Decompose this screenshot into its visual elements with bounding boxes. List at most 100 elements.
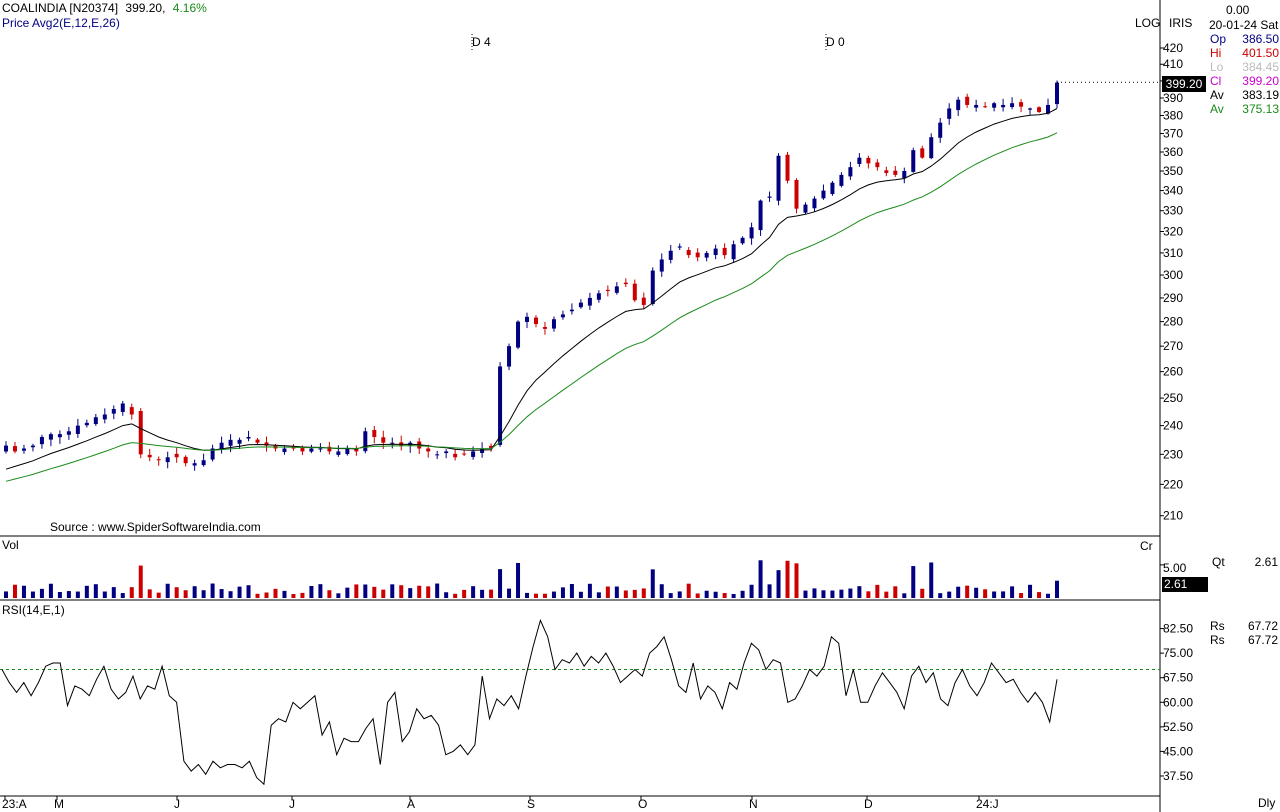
volume-bar-63	[569, 583, 574, 598]
volume-bar-85	[767, 584, 772, 598]
candle-body-113	[1019, 102, 1024, 107]
candle-body-27	[246, 436, 251, 439]
ohlc-value-5: 375.13	[1242, 102, 1279, 116]
volume-bar-61	[551, 591, 556, 598]
candle-body-47	[426, 448, 431, 452]
volume-bar-95	[857, 586, 862, 598]
candle-body-38	[345, 448, 350, 454]
candle-body-15	[138, 411, 143, 455]
price-tick-label-8: 290	[1163, 291, 1183, 305]
candle-body-50	[453, 453, 458, 458]
volume-bar-67	[605, 586, 610, 598]
candle-body-19	[174, 453, 179, 458]
volume-bar-5	[48, 583, 53, 598]
volume-bar-65	[587, 583, 592, 598]
candle-body-111	[1001, 104, 1006, 108]
volume-bar-2	[21, 585, 26, 598]
price-tick-label-16: 370	[1163, 127, 1183, 141]
candle-body-77	[695, 252, 700, 258]
volume-bar-27	[246, 585, 251, 598]
iris-toggle[interactable]: IRIS	[1169, 16, 1192, 30]
candle-body-107	[965, 96, 970, 105]
candle-body-25	[228, 439, 233, 446]
price-tick-label-5: 260	[1163, 365, 1183, 379]
volume-bar-46	[417, 585, 422, 598]
candle-body-9	[84, 422, 89, 426]
volume-bar-81	[731, 593, 736, 598]
volume-bar-97	[875, 584, 880, 598]
candle-body-114	[1028, 108, 1033, 110]
rsi-tick-label-4: 67.50	[1163, 671, 1193, 685]
volume-bar-83	[749, 584, 754, 598]
volume-bar-66	[596, 592, 601, 598]
volume-bar-90	[812, 588, 817, 598]
volume-bar-29	[264, 592, 269, 598]
volume-bar-96	[866, 591, 871, 598]
volume-bar-94	[848, 588, 853, 598]
candle-body-63	[569, 309, 574, 312]
period-label[interactable]: Dly	[1258, 796, 1275, 810]
candle-body-74	[668, 250, 673, 260]
candle-body-115	[1037, 107, 1042, 112]
rsi-tick-label-3: 60.00	[1163, 695, 1193, 709]
volume-bar-82	[740, 590, 745, 598]
candle-body-10	[93, 417, 98, 425]
price-tick-label-15: 360	[1163, 145, 1183, 159]
volume-bar-8	[75, 591, 80, 598]
volume-bar-78	[704, 590, 709, 598]
candle-body-48	[435, 454, 440, 456]
volume-bar-47	[426, 586, 431, 598]
volume-bar-23	[210, 583, 215, 598]
volume-bar-92	[830, 590, 835, 598]
volume-bar-58	[525, 592, 530, 598]
candle-body-81	[731, 244, 736, 260]
volume-bar-101	[911, 566, 916, 598]
candle-body-96	[866, 157, 871, 164]
ema26-line	[5, 132, 1058, 482]
candle-body-6	[57, 434, 62, 438]
candle-body-21	[192, 463, 197, 466]
volume-bar-111	[1001, 591, 1006, 598]
candle-body-94	[848, 167, 853, 177]
candle-body-97	[875, 162, 880, 168]
candle-body-72	[650, 270, 655, 305]
candle-body-95	[857, 157, 862, 164]
volume-bar-54	[489, 589, 494, 598]
volume-bar-75	[677, 591, 682, 598]
candle-body-109	[983, 106, 988, 108]
indicator-legend: Price Avg2(E,12,E,26)	[2, 16, 120, 30]
volume-tag: 2.61	[1162, 577, 1208, 592]
volume-bar-37	[336, 593, 341, 598]
volume-bar-115	[1037, 592, 1042, 598]
price-tick-label-11: 320	[1163, 224, 1183, 238]
candle-body-98	[884, 170, 889, 173]
ohlc-value-0: 386.50	[1242, 32, 1279, 46]
volume-bar-7	[66, 591, 71, 598]
candle-body-59	[533, 317, 538, 325]
volume-bar-17	[156, 592, 161, 598]
date-label: 20-01-24 Sat	[1209, 18, 1279, 32]
volume-bar-104	[938, 593, 943, 598]
log-toggle[interactable]: LOG	[1135, 16, 1160, 30]
candle-body-61	[551, 319, 556, 329]
volume-bar-93	[839, 589, 844, 598]
volume-bar-14	[129, 587, 134, 598]
candle-body-103	[929, 137, 934, 159]
ohlc-value-1: 401.50	[1242, 46, 1279, 60]
volume-bar-32	[291, 594, 296, 598]
volume-bar-24	[219, 589, 224, 598]
candle-body-68	[614, 286, 619, 293]
candle-body-64	[578, 302, 583, 308]
candle-body-93	[839, 174, 844, 186]
volume-bar-74	[668, 593, 673, 598]
volume-bar-39	[354, 584, 359, 598]
candle-body-89	[803, 204, 808, 213]
candle-body-108	[974, 104, 979, 108]
price-tag: 399.20	[1162, 76, 1206, 92]
candle-body-79	[713, 248, 718, 256]
x-tick-label-7: N	[749, 797, 758, 811]
candle-body-92	[830, 182, 835, 195]
last-price: 399.20,	[125, 1, 166, 15]
candle-body-14	[129, 407, 134, 415]
candle-body-7	[66, 431, 71, 435]
